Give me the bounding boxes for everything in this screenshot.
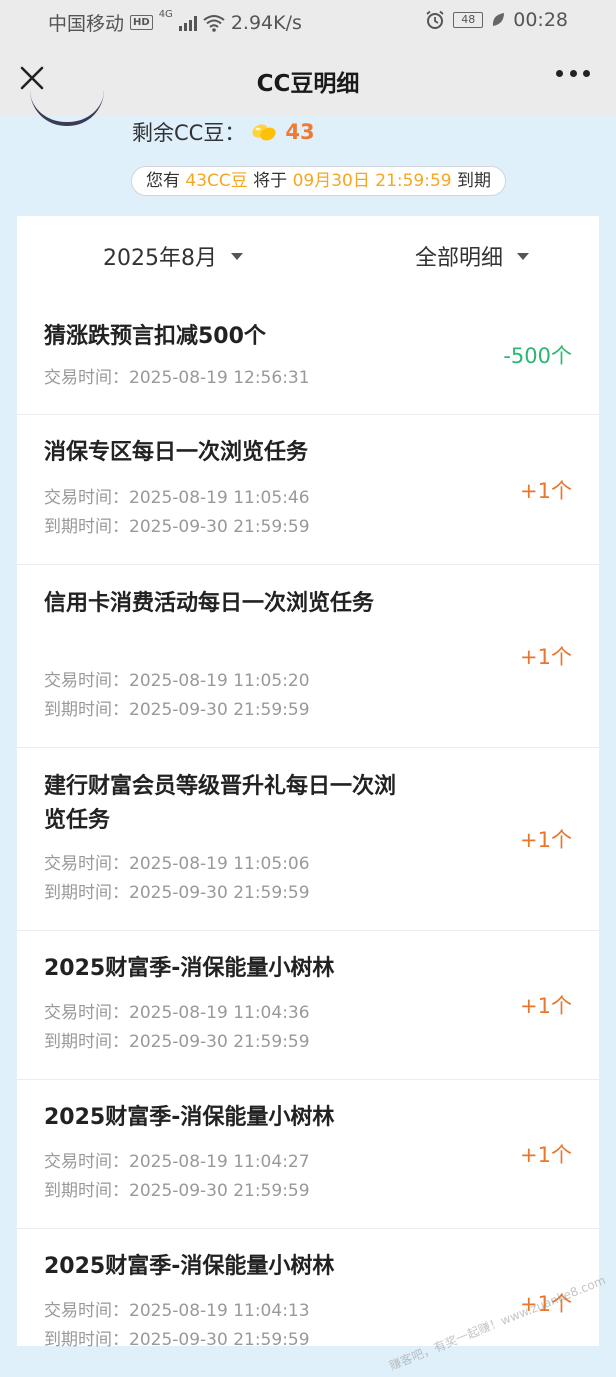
trade-time: 交易时间：2025-08-19 11:04:13 [44,1301,310,1321]
list-item[interactable]: 消保专区每日一次浏览任务 交易时间：2025-08-19 11:05:46 到期… [17,415,599,565]
status-bar: 中国移动 HD 4G 2.94K/s 48 00:28 [0,0,616,44]
remaining-beans: 剩余CC豆： 43 [132,117,315,147]
trade-time: 交易时间：2025-08-19 11:04:27 [44,1152,310,1172]
trade-time: 交易时间：2025-08-19 11:05:46 [44,488,310,508]
record-title: 2025财富季-消保能量小树林 [44,1254,335,1279]
record-amount: +1个 [520,479,572,503]
expiry-amount: 43CC豆 [185,171,248,191]
hd-icon: HD [130,15,153,30]
carrier-label: 中国移动 [48,13,125,35]
record-title: 信用卡消费活动每日一次浏览任务 [44,591,375,616]
type-filter[interactable]: 全部明细 [415,240,529,272]
list-item[interactable]: 建行财富会员等级晋升礼每日一次浏览任务 交易时间：2025-08-19 11:0… [17,748,599,931]
expire-time: 到期时间：2025-09-30 21:59:59 [44,1330,310,1350]
record-title: 消保专区每日一次浏览任务 [44,440,309,465]
network-type: 4G [158,9,173,20]
expiry-notice: 您有 43CC豆 将于 09月30日 21:59:59 到期 [131,166,507,196]
network-speed: 2.94K/s [230,11,302,34]
list-item[interactable]: 2025财富季-消保能量小树林 交易时间：2025-08-19 11:04:27… [17,1080,599,1229]
battery-icon: 48 [453,12,484,28]
signal-icon [178,15,197,31]
month-filter-label: 2025年8月 [103,246,217,271]
records-card: 2025年8月 全部明细 猜涨跌预言扣减500个 交易时间：2025-08-19… [17,216,599,1350]
list-item[interactable]: 2025财富季-消保能量小树林 交易时间：2025-08-19 11:04:13… [17,1229,599,1377]
record-amount: +1个 [520,645,572,669]
expire-time: 到期时间：2025-09-30 21:59:59 [44,517,310,537]
trade-time: 交易时间：2025-08-19 11:05:06 [44,854,310,874]
trade-time: 交易时间：2025-08-19 11:05:20 [44,671,310,691]
trade-time: 交易时间：2025-08-19 12:56:31 [44,368,310,388]
record-amount: +1个 [520,1143,572,1167]
expiry-mid: 将于 [247,171,293,191]
expire-time: 到期时间：2025-09-30 21:59:59 [44,883,310,903]
more-icon[interactable] [556,70,590,82]
caret-down-icon [231,252,243,260]
bean-icon [252,124,277,141]
caret-down-icon [517,252,529,260]
record-amount: -500个 [503,344,572,368]
record-title: 猜涨跌预言扣减500个 [44,324,266,349]
expiry-suffix: 到期 [451,171,492,191]
avatar [30,90,104,126]
leaf-icon [493,13,505,26]
list-item[interactable]: 猜涨跌预言扣减500个 交易时间：2025-08-19 12:56:31 -50… [17,300,599,415]
list-item[interactable]: 2025财富季-消保能量小树林 交易时间：2025-08-19 11:04:36… [17,931,599,1080]
remaining-count: 43 [285,120,315,144]
trade-time: 交易时间：2025-08-19 11:04:36 [44,1003,310,1023]
record-title: 建行财富会员等级晋升礼每日一次浏览任务 [44,774,397,833]
expire-time: 到期时间：2025-09-30 21:59:59 [44,700,310,720]
record-title: 2025财富季-消保能量小树林 [44,956,335,981]
record-amount: +1个 [520,828,572,852]
clock-time: 00:28 [513,9,568,31]
list-item[interactable]: 信用卡消费活动每日一次浏览任务 交易时间：2025-08-19 11:05:20… [17,565,599,748]
remaining-label: 剩余CC豆： [132,121,246,145]
record-amount: +1个 [520,994,572,1018]
alarm-icon [426,10,444,29]
expire-time: 到期时间：2025-09-30 21:59:59 [44,1181,310,1201]
wifi-icon [203,14,225,32]
record-title: 2025财富季-消保能量小树林 [44,1105,335,1130]
month-filter[interactable]: 2025年8月 [103,240,243,272]
expiry-date: 09月30日 21:59:59 [292,171,452,191]
expire-time: 到期时间：2025-09-30 21:59:59 [44,1032,310,1052]
type-filter-label: 全部明细 [414,246,503,271]
expiry-prefix: 您有 [146,171,186,191]
